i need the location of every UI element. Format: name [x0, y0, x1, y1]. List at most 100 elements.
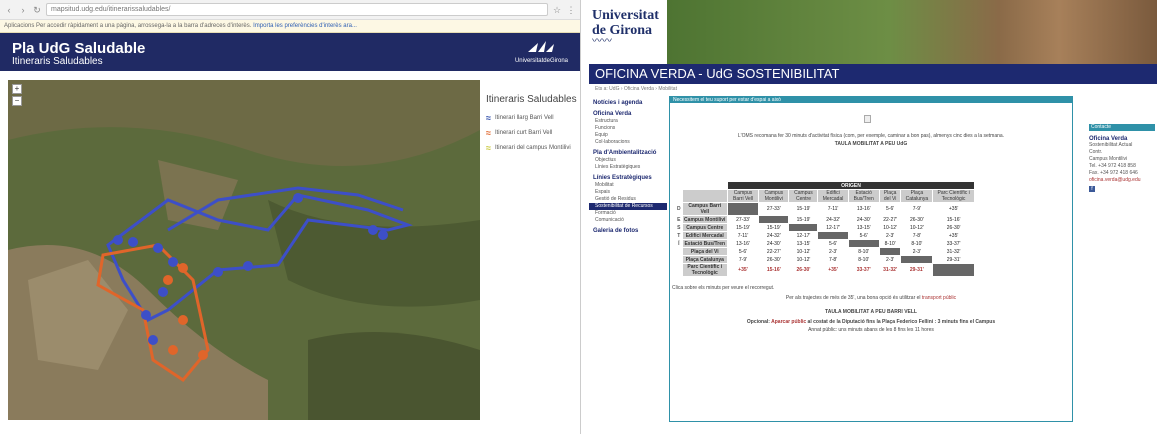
ug-logo[interactable]: Universitat de Girona 〰〰	[592, 8, 666, 47]
time-cell[interactable]: 7-9'	[900, 202, 934, 216]
time-cell[interactable]: 8-10'	[878, 239, 902, 248]
nav-link[interactable]: Equip	[589, 132, 667, 139]
facebook-icon[interactable]: f	[1089, 186, 1095, 192]
time-cell[interactable]: 24-32'	[817, 215, 849, 224]
time-cell[interactable]: 26-30'	[900, 215, 934, 224]
time-cell[interactable]: 22-27'	[878, 215, 902, 224]
nav-link[interactable]: Formació	[589, 210, 667, 217]
time-cell[interactable]: 13-16'	[847, 202, 880, 216]
map-canvas[interactable]	[8, 80, 480, 420]
time-cell[interactable]: 31-32'	[878, 263, 902, 277]
note-transport-text: Per als trajectes de més de 35', una bon…	[785, 295, 922, 301]
time-cell[interactable]: +35'	[932, 202, 975, 216]
time-cell[interactable]: 13-15'	[788, 239, 819, 248]
time-cell[interactable]: 26-30'	[932, 223, 975, 232]
time-cell[interactable]: 12-17'	[788, 231, 819, 240]
time-cell[interactable]: 24-32'	[758, 231, 790, 240]
time-cell[interactable]: 31-32'	[932, 247, 975, 256]
nav-section-heading[interactable]: Línies Estratègiques	[589, 174, 667, 182]
time-cell[interactable]: 10-12'	[788, 255, 819, 264]
time-cell[interactable]: 5-6'	[817, 239, 849, 248]
import-bookmarks-link[interactable]: Importa les preferències d'interès ara..…	[253, 23, 357, 29]
table-row: Plaça del Vi 5-6' 22-27' 10-12' 2-3' 8-10' 2-3…	[675, 247, 975, 256]
time-cell[interactable]: 2-3'	[817, 247, 849, 256]
time-cell[interactable]: 15-19'	[726, 223, 760, 232]
legend-item[interactable]: ≈ Itinerari del campus Montilivi	[486, 144, 578, 153]
zoom-in-button[interactable]: +	[12, 84, 22, 94]
time-cell[interactable]: 26-30'	[788, 263, 819, 277]
time-cell[interactable]: 29-31'	[932, 255, 975, 264]
time-cell[interactable]: 7-8'	[900, 231, 934, 240]
back-icon[interactable]: ‹	[4, 5, 14, 15]
nav-link[interactable]: Comunicació	[589, 217, 667, 224]
time-cell[interactable]: 2-3'	[878, 231, 902, 240]
time-cell[interactable]: +35'	[817, 263, 849, 277]
time-cell[interactable]: 7-9'	[726, 255, 760, 264]
time-cell[interactable]: 8-10'	[847, 247, 880, 256]
time-cell[interactable]: 13-16'	[726, 239, 760, 248]
nav-section-heading[interactable]: Galeria de fotos	[589, 227, 667, 235]
time-cell[interactable]: 10-12'	[878, 223, 902, 232]
transport-link[interactable]: transport públic	[922, 295, 956, 301]
contact-line: Contr.	[1089, 149, 1103, 155]
legend-item[interactable]: ≈ Itinerari curt Barri Vell	[486, 129, 578, 138]
satellite-map[interactable]: + −	[8, 80, 480, 420]
legend-item[interactable]: ≈ Itinerari llarg Barri Vell	[486, 114, 578, 123]
time-cell[interactable]: 7-8'	[817, 255, 849, 264]
contact-line: Campus Montilivi	[1089, 156, 1128, 162]
breadcrumb[interactable]: Ets a: UdG › Oficina Verda › Mobilitat	[595, 86, 677, 92]
time-cell[interactable]: 10-12'	[788, 247, 819, 256]
zoom-out-button[interactable]: −	[12, 96, 22, 106]
nav-section-heading[interactable]: Oficina Verda	[589, 110, 667, 118]
time-cell[interactable]: 10-12'	[900, 223, 934, 232]
time-cell[interactable]: 13-15'	[847, 223, 880, 232]
time-cell[interactable]: 15-16'	[932, 215, 975, 224]
time-cell[interactable]: 26-30'	[758, 255, 790, 264]
parking-link[interactable]: Aparcar públic	[771, 319, 806, 325]
nav-link[interactable]: Objectius	[589, 157, 667, 164]
nav-link[interactable]: Gestió de Residus	[589, 196, 667, 203]
nav-section-heading[interactable]: Pla d'Ambientalització	[589, 149, 667, 157]
time-cell[interactable]: 33-37'	[847, 263, 880, 277]
time-cell[interactable]: 24-30'	[847, 215, 880, 224]
time-cell[interactable]: 15-19'	[758, 223, 790, 232]
time-cell[interactable]: 33-37'	[932, 239, 975, 248]
time-cell[interactable]: 7-11'	[726, 231, 760, 240]
nav-link[interactable]: Mobilitat	[589, 182, 667, 189]
time-cell[interactable]: 2-3'	[878, 255, 902, 264]
time-cell[interactable]: 22-27'	[758, 247, 790, 256]
forward-icon[interactable]: ›	[18, 5, 28, 15]
time-cell[interactable]: 5-6'	[726, 247, 760, 256]
time-cell[interactable]: +35'	[932, 231, 975, 240]
time-cell[interactable]: 12-17'	[817, 223, 849, 232]
time-cell[interactable]: +35'	[726, 263, 760, 277]
table-row: Plaça Catalunya 7-9' 26-30' 10-12' 7-8' 8-10'…	[675, 255, 975, 264]
time-cell[interactable]: 29-31'	[900, 263, 934, 277]
nav-link[interactable]: Funcions	[589, 125, 667, 132]
time-cell[interactable]: 15-19'	[788, 202, 819, 216]
time-cell[interactable]: 15-16'	[758, 263, 790, 277]
nav-link[interactable]: Col·laboracions	[589, 139, 667, 146]
time-cell[interactable]: 24-30'	[758, 239, 790, 248]
address-bar[interactable]: mapsitud.udg.edu/itinerarissaludables/	[46, 3, 548, 16]
time-cell[interactable]: 2-3'	[900, 247, 934, 256]
time-cell[interactable]: 27-33'	[758, 202, 790, 216]
star-icon[interactable]: ☆	[552, 5, 562, 15]
note-transport: Per als trajectes de més de 35', una bon…	[671, 295, 1071, 301]
nav-section-heading[interactable]: Notícies i agenda	[589, 99, 667, 107]
nav-link[interactable]: Sostenibilitat de Recursos	[589, 203, 667, 210]
time-cell[interactable]: 8-10'	[847, 255, 880, 264]
column-header: Parc Científic i Tecnològic	[932, 189, 975, 203]
time-cell[interactable]: 27-33'	[726, 215, 760, 224]
contact-email-link[interactable]: oficina.verda@udg.edu	[1089, 177, 1155, 184]
time-cell[interactable]: 7-11'	[817, 202, 849, 216]
time-cell[interactable]: 5-6'	[847, 231, 880, 240]
time-cell[interactable]: 5-6'	[878, 202, 902, 216]
nav-link[interactable]: Estructura	[589, 118, 667, 125]
time-cell[interactable]: 15-19'	[788, 215, 819, 224]
time-cell[interactable]: 8-10'	[900, 239, 934, 248]
nav-link[interactable]: Espais	[589, 189, 667, 196]
menu-icon[interactable]: ⋮	[566, 5, 576, 15]
nav-link[interactable]: Línies Estratègiques	[589, 164, 667, 171]
reload-icon[interactable]: ↻	[32, 5, 42, 15]
